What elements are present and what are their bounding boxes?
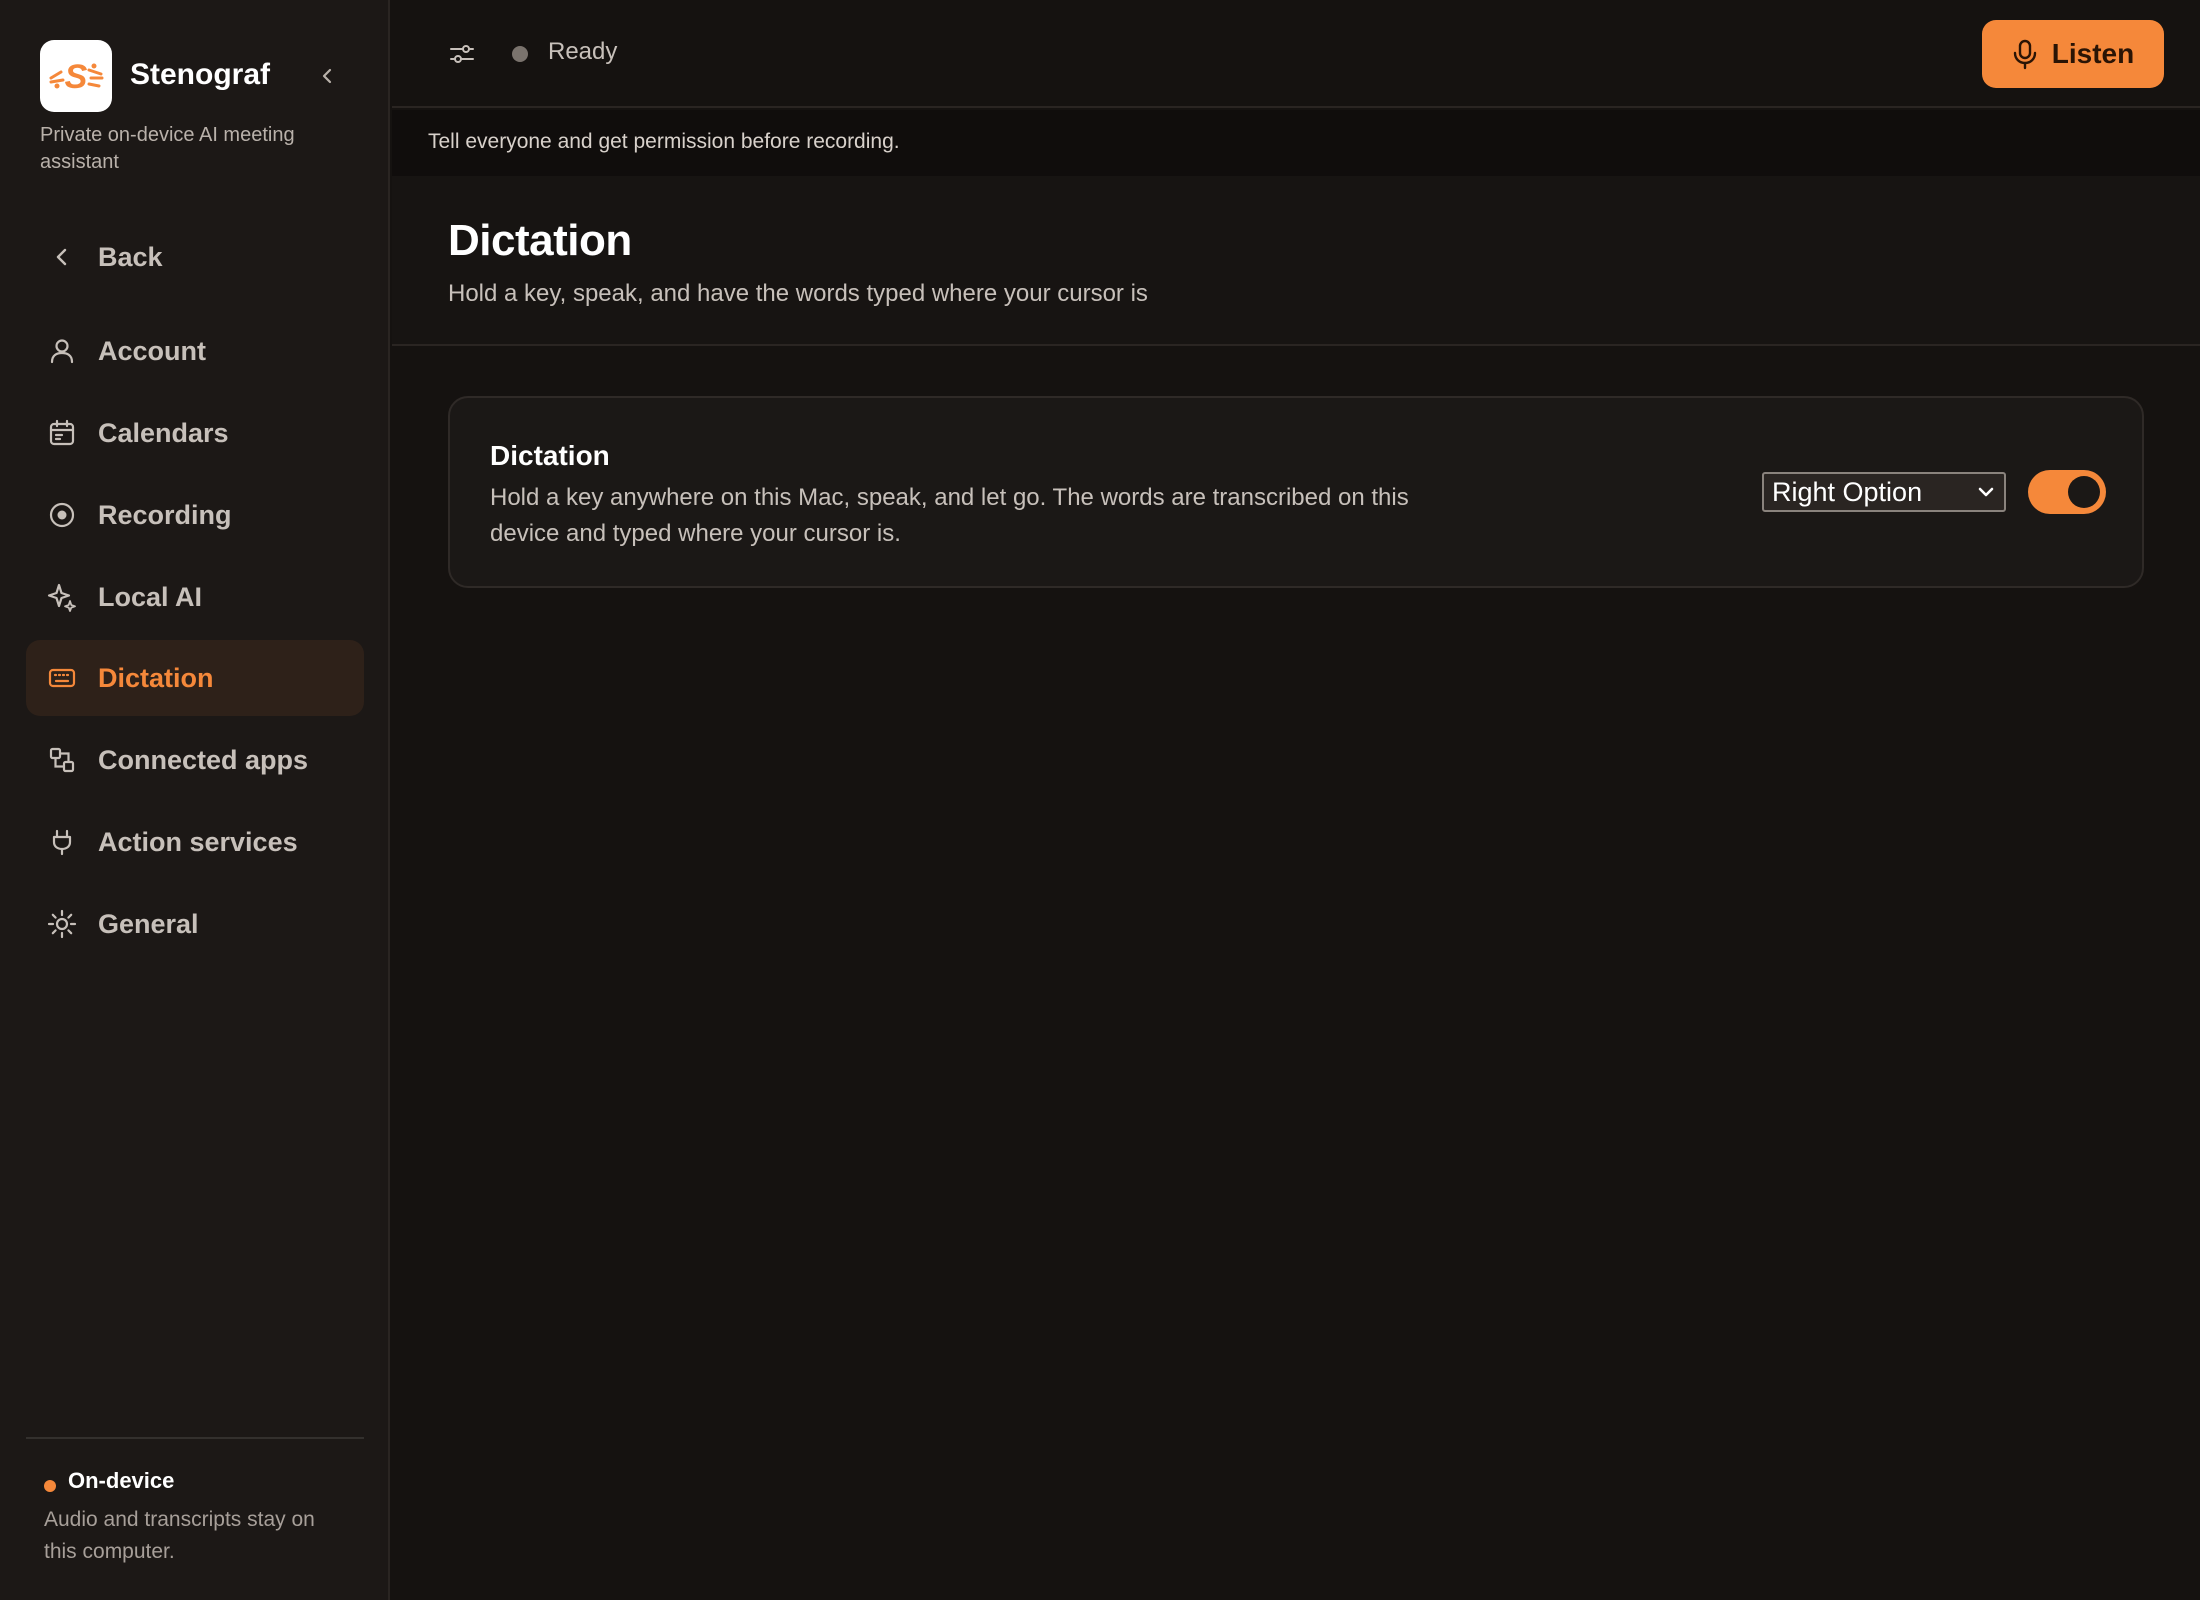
keyboard-icon [26, 640, 98, 716]
app-tagline: Private on-device AI meeting assistant [40, 124, 295, 173]
sidebar-divider [26, 1437, 364, 1439]
page-title: Dictation [448, 216, 632, 265]
setting-title: Dictation [490, 440, 610, 471]
dictation-key-value: Right Option [1772, 476, 1923, 507]
chevron-left-icon [26, 219, 98, 295]
listen-label: Listen [2051, 38, 2135, 69]
listen-button[interactable]: Listen [1982, 20, 2164, 88]
on-device-title: On-device [68, 1468, 175, 1493]
dictation-toggle[interactable] [2028, 470, 2106, 514]
sidebar-item-connected-apps[interactable]: Connected apps [26, 722, 364, 798]
sidebar-item-label: General [98, 908, 199, 939]
setting-description: Hold a key anywhere on this Mac, speak, … [490, 484, 1409, 547]
status-indicator-dot [512, 46, 528, 62]
user-icon [26, 313, 98, 389]
status-dot [44, 1480, 56, 1492]
sparkle-icon [26, 559, 98, 635]
app-name: Stenograf [130, 58, 271, 91]
collapse-sidebar-button[interactable] [310, 58, 346, 94]
chevron-down-icon [1978, 487, 1994, 497]
sliders-icon [450, 45, 474, 63]
sidebar: S Stenograf Private on-device AI meeting… [0, 0, 390, 1600]
on-device-description: Audio and transcripts stay on this compu… [44, 1508, 315, 1563]
recording-notice-text: Tell everyone and get permission before … [428, 130, 900, 153]
dictation-setting-card: Dictation Hold a key anywhere on this Ma… [448, 396, 2144, 588]
sidebar-item-calendars[interactable]: Calendars [26, 395, 364, 471]
sidebar-item-label: Connected apps [98, 744, 309, 775]
settings-sliders-button[interactable] [442, 34, 482, 74]
svg-text:S: S [65, 58, 88, 96]
connected-apps-icon [26, 722, 98, 798]
plug-icon [26, 804, 98, 880]
page-header: Dictation Hold a key, speak, and have th… [392, 176, 2200, 346]
sun-icon [26, 886, 98, 962]
page-subtitle: Hold a key, speak, and have the words ty… [448, 280, 1148, 307]
sidebar-item-label: Dictation [98, 662, 214, 693]
top-bar: Ready Listen [392, 0, 2200, 108]
sidebar-item-account[interactable]: Account [26, 313, 364, 389]
sidebar-item-dictation[interactable]: Dictation [26, 640, 364, 716]
recording-notice: Tell everyone and get permission before … [392, 110, 2200, 176]
sidebar-item-general[interactable]: General [26, 886, 364, 962]
record-icon [26, 477, 98, 553]
back-label: Back [98, 241, 163, 272]
sidebar-item-label: Calendars [98, 417, 229, 448]
microphone-icon [2013, 39, 2036, 70]
status-label: Ready [548, 38, 618, 65]
app-logo: S [40, 40, 112, 112]
brand: S Stenograf [40, 40, 360, 112]
sidebar-item-label: Account [98, 335, 206, 366]
sidebar-item-label: Action services [98, 826, 298, 857]
sidebar-item-recording[interactable]: Recording [26, 477, 364, 553]
calendar-icon [26, 395, 98, 471]
dictation-key-select[interactable]: Right Option [1762, 472, 2006, 512]
sidebar-item-local-ai[interactable]: Local AI [26, 559, 364, 635]
toggle-knob [2068, 476, 2100, 508]
chevron-left-icon [322, 68, 332, 84]
sidebar-item-label: Recording [98, 499, 232, 530]
sidebar-item-action-services[interactable]: Action services [26, 804, 364, 880]
back-button[interactable]: Back [26, 219, 364, 295]
sidebar-item-label: Local AI [98, 581, 203, 612]
